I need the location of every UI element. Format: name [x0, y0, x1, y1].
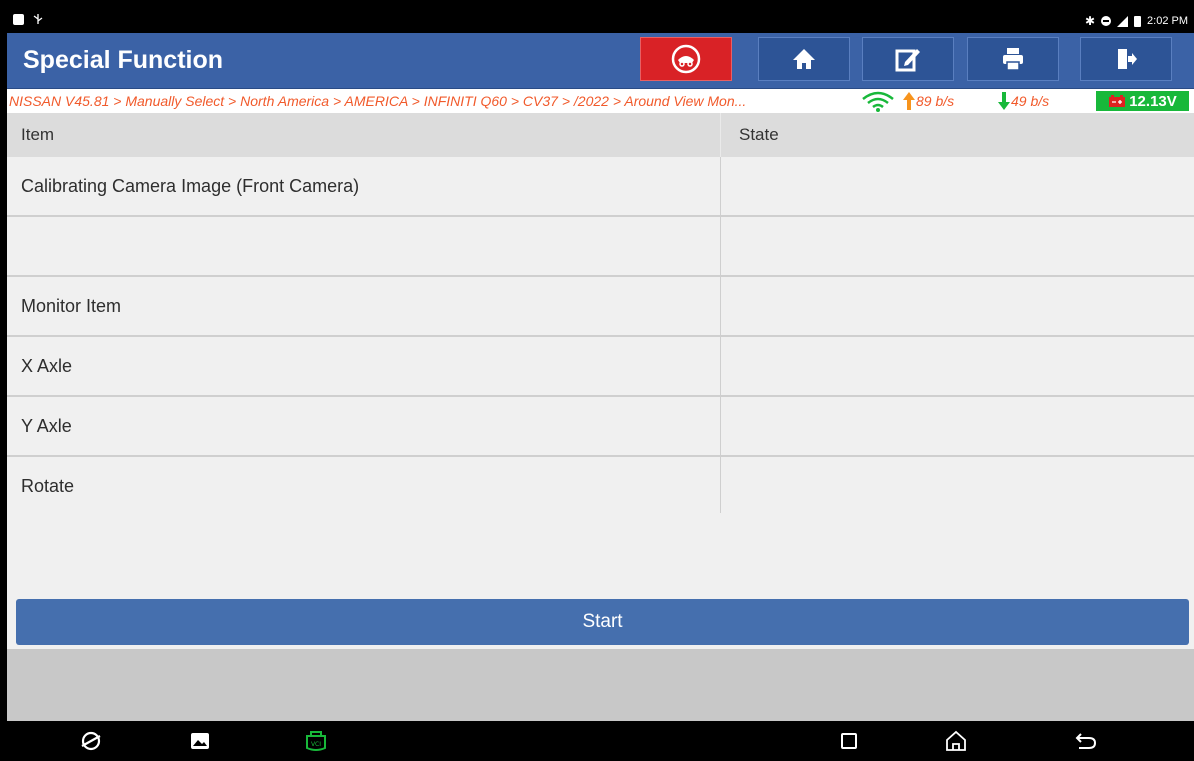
action-bar: Start — [7, 593, 1194, 649]
home-nav-button[interactable] — [944, 729, 968, 753]
row-state — [721, 277, 1194, 335]
table-row[interactable] — [7, 217, 1194, 277]
bluetooth-icon: ✱ — [1084, 14, 1096, 28]
home-button[interactable] — [758, 37, 850, 81]
battery-voltage: 12.13V — [1096, 91, 1189, 111]
do-not-disturb-icon — [1101, 16, 1112, 26]
home-nav-icon — [946, 730, 966, 751]
back-icon — [1075, 733, 1097, 749]
browser-button[interactable] — [79, 729, 103, 753]
breadcrumb: NISSAN V45.81 > Manually Select > North … — [9, 93, 747, 109]
svg-text:VCI: VCI — [311, 741, 321, 748]
download-rate: 49 b/s — [997, 91, 1049, 111]
gallery-button[interactable] — [188, 729, 212, 753]
status-bar: ✱ 2:02 PM — [7, 9, 1194, 33]
vci-icon: VCI — [306, 731, 326, 751]
gallery-notification-icon — [13, 13, 24, 25]
vehicle-icon — [671, 44, 701, 74]
row-item: Y Axle — [7, 397, 721, 455]
usb-icon — [33, 14, 43, 24]
table-row[interactable]: Calibrating Camera Image (Front Camera) — [7, 157, 1194, 217]
vci-button[interactable]: VCI — [304, 729, 328, 753]
signal-icon — [1117, 15, 1129, 27]
table-row[interactable]: X Axle — [7, 337, 1194, 397]
download-arrow-icon — [998, 92, 1010, 110]
row-item: Monitor Item — [7, 277, 721, 335]
row-state — [721, 217, 1194, 275]
table-row[interactable]: Rotate — [7, 457, 1194, 517]
back-button[interactable] — [1074, 729, 1098, 753]
recents-button[interactable] — [837, 729, 861, 753]
edit-button[interactable] — [862, 37, 954, 81]
wifi-icon — [862, 91, 894, 112]
app-screen: ✱ 2:02 PM Special Function NISSAN V45.81… — [7, 9, 1194, 761]
data-table: Item State Calibrating Camera Image (Fro… — [7, 113, 1194, 517]
start-button[interactable]: Start — [16, 599, 1189, 645]
car-battery-icon — [1109, 95, 1126, 107]
row-item: Calibrating Camera Image (Front Camera) — [7, 157, 721, 215]
row-item: Rotate — [7, 457, 721, 515]
column-header-item: Item — [7, 113, 721, 157]
print-button[interactable] — [967, 37, 1059, 81]
exit-button[interactable] — [1080, 37, 1172, 81]
upload-rate: 89 b/s — [902, 91, 954, 111]
exit-icon — [1118, 49, 1137, 69]
column-header-state: State — [739, 125, 779, 144]
row-state — [721, 397, 1194, 455]
clock: 2:02 PM — [1147, 15, 1188, 27]
row-state — [721, 157, 1194, 215]
row-item: X Axle — [7, 337, 721, 395]
page-title: Special Function — [23, 46, 224, 74]
home-icon — [793, 49, 815, 69]
breadcrumb-bar: NISSAN V45.81 > Manually Select > North … — [7, 89, 1194, 113]
table-row[interactable]: Monitor Item — [7, 277, 1194, 337]
edit-icon — [895, 49, 920, 72]
table-empty-area — [7, 513, 1194, 593]
gallery-icon — [191, 733, 209, 749]
battery-icon — [1134, 15, 1142, 27]
upload-arrow-icon — [903, 92, 915, 110]
system-nav-bar: VCI — [7, 721, 1194, 761]
table-row[interactable]: Y Axle — [7, 397, 1194, 457]
table-header: Item State — [7, 113, 1194, 157]
print-icon — [1003, 48, 1023, 71]
title-bar: Special Function — [7, 33, 1194, 89]
footer-panel — [7, 649, 1194, 721]
row-state — [721, 457, 1194, 515]
browser-icon — [81, 731, 101, 751]
vehicle-button[interactable] — [640, 37, 732, 81]
row-state — [721, 337, 1194, 395]
recents-icon — [841, 733, 857, 749]
row-item — [7, 217, 721, 275]
